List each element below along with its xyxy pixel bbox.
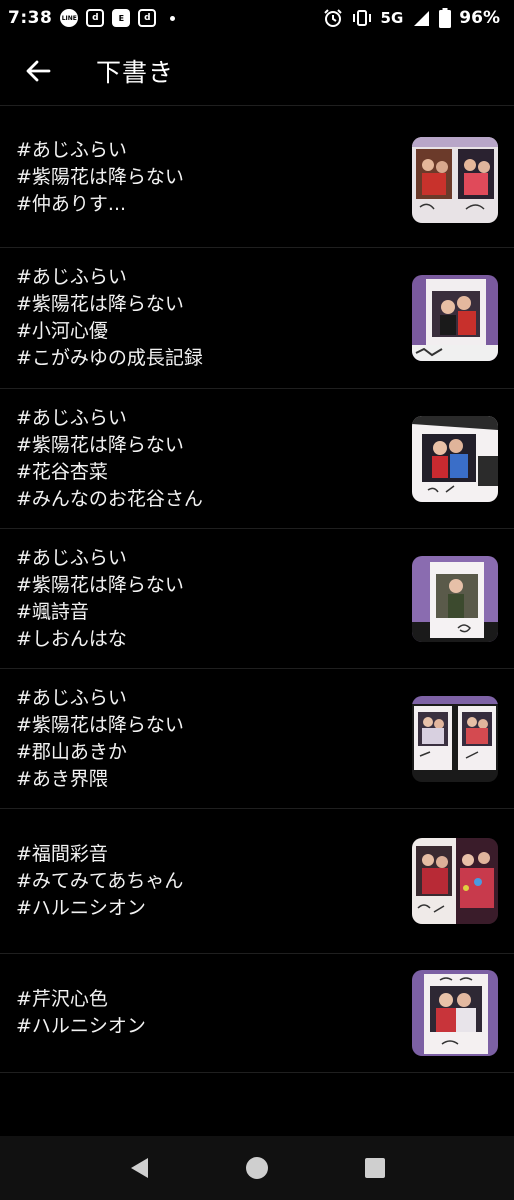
draft-text: #あじふらい #紫陽花は降らない #小河心優 #こがみゆの成長記録: [16, 266, 203, 369]
system-navigation-bar: [0, 1136, 514, 1200]
draft-item[interactable]: #芹沢心色 #ハルニシオン: [0, 954, 514, 1073]
circle-home-icon: [246, 1157, 268, 1179]
draft-item[interactable]: #あじふらい #紫陽花は降らない #小河心優 #こがみゆの成長記録: [0, 248, 514, 389]
draft-text: #福間彩音 #みてみてあちゃん #ハルニシオン: [16, 842, 184, 919]
d-app-notification-icon-2: d: [138, 9, 157, 27]
draft-item[interactable]: #あじふらい #紫陽花は降らない #花谷杏菜 #みんなのお花谷さん: [0, 389, 514, 529]
vibrate-icon: [352, 10, 371, 26]
status-left: 7:38 LINE d E d: [8, 8, 176, 28]
draft-item[interactable]: #あじふらい #紫陽花は降らない #颯詩音 #しおんはな: [0, 529, 514, 669]
draft-thumbnail[interactable]: [412, 555, 498, 642]
photo-thumbnail-image: [412, 415, 498, 502]
nav-recents-button[interactable]: [355, 1148, 395, 1188]
draft-thumbnail[interactable]: [412, 838, 498, 924]
alarm-icon: [323, 9, 342, 27]
status-bar: 7:38 LINE d E d 5G 96%: [0, 0, 514, 36]
battery-icon: [439, 8, 452, 28]
draft-thumbnail[interactable]: [412, 695, 498, 782]
draft-item[interactable]: #あじふらい #紫陽花は降らない #仲ありす...: [0, 107, 514, 248]
triangle-back-icon: [131, 1158, 148, 1178]
back-button[interactable]: [18, 51, 58, 91]
draft-item[interactable]: #福間彩音 #みてみてあちゃん #ハルニシオン: [0, 809, 514, 954]
d-app-notification-icon: d: [86, 9, 105, 27]
signal-icon: [414, 11, 430, 26]
screen: 7:38 LINE d E d 5G 96% 下書き #あじふらい #紫陽花は降…: [0, 0, 514, 1200]
nav-home-button[interactable]: [237, 1148, 277, 1188]
back-arrow-icon: [26, 60, 51, 81]
photo-thumbnail-image: [412, 838, 498, 924]
line-notification-icon: LINE: [60, 9, 79, 27]
photo-thumbnail-image: [412, 555, 498, 642]
photo-thumbnail-image: [412, 695, 498, 782]
draft-text: #あじふらい #紫陽花は降らない #颯詩音 #しおんはな: [16, 546, 184, 650]
photo-thumbnail-image: [412, 970, 498, 1056]
status-right: 5G 96%: [323, 8, 500, 28]
draft-text: #芹沢心色 #ハルニシオン: [16, 988, 146, 1037]
draft-text: #あじふらい #紫陽花は降らない #郡山あきか #あき界隈: [16, 686, 184, 790]
draft-thumbnail[interactable]: [412, 275, 498, 361]
page-title: 下書き: [96, 57, 175, 87]
status-time: 7:38: [8, 8, 53, 28]
battery-percentage: 96%: [459, 8, 500, 28]
draft-thumbnail[interactable]: [412, 970, 498, 1056]
draft-list: #あじふらい #紫陽花は降らない #仲ありす... #あじふらい #紫陽花は降ら…: [0, 107, 514, 1073]
photo-thumbnail-image: [412, 137, 498, 223]
app-header: 下書き: [0, 36, 514, 106]
draft-text: #あじふらい #紫陽花は降らない #花谷杏菜 #みんなのお花谷さん: [16, 406, 203, 510]
network-type-label: 5G: [380, 9, 404, 27]
draft-item[interactable]: #あじふらい #紫陽花は降らない #郡山あきか #あき界隈: [0, 669, 514, 809]
square-recents-icon: [365, 1158, 385, 1178]
nav-back-button[interactable]: [119, 1148, 159, 1188]
photo-thumbnail-image: [412, 275, 498, 361]
draft-text: #あじふらい #紫陽花は降らない #仲ありす...: [16, 138, 184, 215]
e-app-notification-icon: E: [112, 9, 131, 27]
more-notifications-dot-icon: [170, 15, 176, 21]
draft-thumbnail[interactable]: [412, 415, 498, 502]
draft-thumbnail[interactable]: [412, 137, 498, 223]
